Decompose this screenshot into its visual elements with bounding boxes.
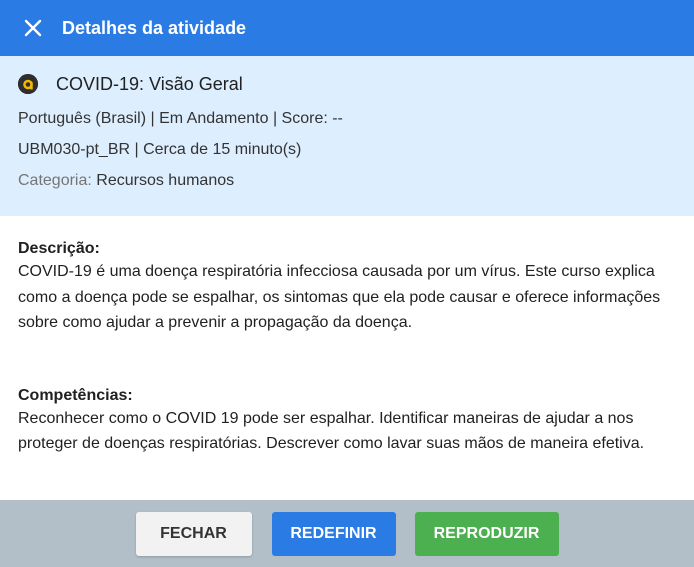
- close-icon[interactable]: [21, 16, 45, 40]
- dialog-footer: FECHAR REDEFINIR REPRODUZIR: [0, 500, 694, 567]
- course-code-duration: UBM030-pt_BR | Cerca de 15 minuto(s): [18, 141, 302, 158]
- competencies-heading: Competências:: [18, 386, 133, 404]
- play-button[interactable]: REPRODUZIR: [414, 511, 559, 556]
- competencies-text: Reconhecer como o COVID 19 pode ser espa…: [18, 409, 645, 453]
- dialog-header: Detalhes da atividade: [0, 0, 694, 56]
- dialog-title: Detalhes da atividade: [62, 17, 247, 38]
- course-info-panel: COVID-19: Visão Geral Português (Brasil)…: [0, 56, 694, 216]
- description-heading: Descrição:: [18, 240, 100, 257]
- category-label: Categoria:: [18, 172, 92, 189]
- category-value: Recursos humanos: [96, 172, 235, 189]
- course-title: COVID-19: Visão Geral: [56, 73, 243, 94]
- course-category: Categoria: Recursos humanos: [18, 172, 676, 203]
- reset-button[interactable]: REDEFINIR: [271, 511, 396, 556]
- brand-logo-icon: [18, 74, 38, 94]
- description-text: COVID-19 é uma doença respiratória infec…: [18, 263, 661, 331]
- course-meta: Português (Brasil) | Em Andamento | Scor…: [18, 110, 343, 127]
- details-content: Descrição: COVID-19 é uma doença respira…: [0, 216, 694, 500]
- close-button[interactable]: FECHAR: [135, 511, 252, 556]
